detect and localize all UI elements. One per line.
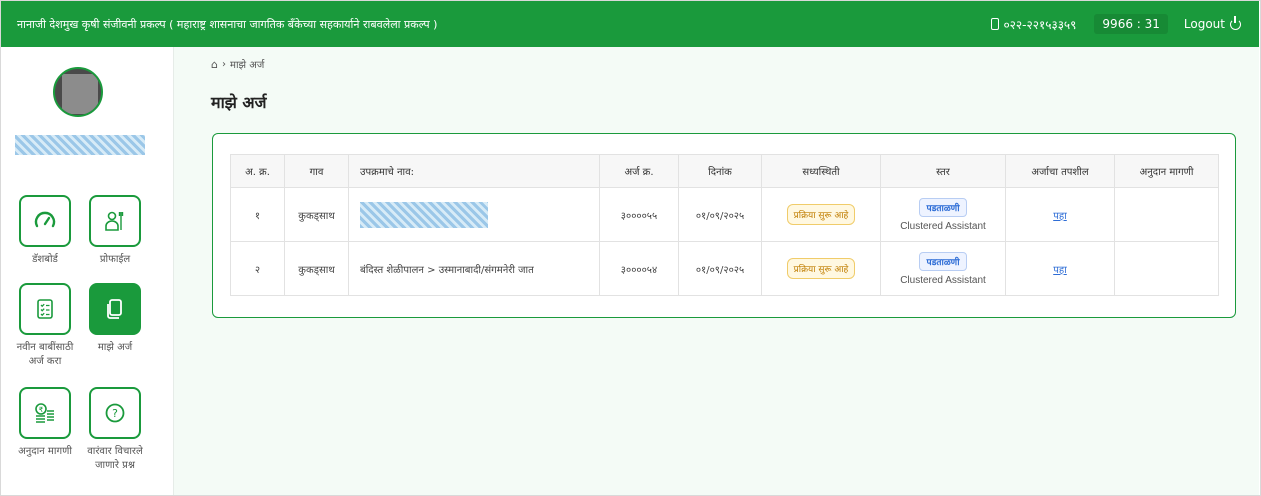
breadcrumb-current: माझे अर्ज [229,60,265,71]
level-badge: पडताळणी [919,197,967,217]
question-icon: ? [105,403,125,423]
cell-sr: १ [230,187,285,242]
sidebar-item-label: वारंवार विचारले जाणारे प्रश्न [87,446,143,471]
sidebar-item-label: नवीन बाबींसाठी अर्ज करा [16,342,74,367]
home-icon[interactable]: ⌂ [211,58,218,71]
cell-scheme: बंदिस्त शेळीपालन > उस्मानाबादी/संगमनेरी … [348,241,600,296]
logout-label: Logout [1183,17,1225,31]
cell-village: कुकड्साथ [284,187,349,242]
cell-details: पहा [1005,187,1115,242]
phone-icon [991,18,1000,30]
cell-app-no: ३००००५४ [599,241,679,296]
level-role: Clustered Assistant [900,274,986,286]
sidebar-item-profile[interactable]: प्रोफाईल [83,195,147,267]
cell-date: ०१/०९/२०२५ [678,187,762,242]
cell-details: पहा [1005,241,1115,296]
sidebar-item-label: माझे अर्ज [97,342,133,353]
svg-text:₹: ₹ [39,406,44,414]
gauge-icon [34,211,56,228]
table-header-row: अ. क्र. गाव उपक्रमाचे नाव: अर्ज क्र. दिन… [230,154,1219,188]
sidebar-item-label: प्रोफाईल [99,254,131,265]
helpline: ०२२-२२१५३३५९ [991,16,1076,33]
applications-card: अ. क्र. गाव उपक्रमाचे नाव: अर्ज क्र. दिन… [212,133,1236,318]
table-row: २ कुकड्साथ बंदिस्त शेळीपालन > उस्मानाबाद… [230,241,1219,296]
app-title: नानाजी देशमुख कृषी संजीवनी प्रकल्प ( महा… [17,17,438,31]
avatar [53,67,103,117]
applications-table: अ. क्र. गाव उपक्रमाचे नाव: अर्ज क्र. दिन… [230,154,1219,296]
status-badge: प्रक्रिया सुरू आहे [786,204,856,225]
sidebar-item-label: अनुदान मागणी [18,446,72,457]
col-header-scheme: उपक्रमाचे नाव: [348,154,600,188]
sidebar: डॅशबोर्ड प्रोफाईल नवीन बाबींसाठी अर्ज कर… [1,47,174,495]
col-header-sr: अ. क्र. [230,154,285,188]
level-role: Clustered Assistant [900,220,986,232]
cell-level: पडताळणी Clustered Assistant [880,187,1006,242]
username [15,135,145,155]
table-row: १ कुकड्साथ ३००००५५ ०१/०९/२०२५ प्रक्रिया … [230,187,1219,242]
breadcrumb-separator: › [221,58,226,70]
cell-sr: २ [230,241,285,296]
top-header: नानाजी देशमुख कृषी संजीवनी प्रकल्प ( महा… [1,1,1259,47]
cell-scheme [348,187,600,242]
sidebar-item-faq[interactable]: ? वारंवार विचारले जाणारे प्रश्न [83,387,147,473]
sidebar-item-subsidy-request[interactable]: ₹ अनुदान मागणी [13,387,77,459]
col-header-level: स्तर [880,154,1006,188]
cell-status: प्रक्रिया सुरू आहे [761,241,881,296]
sidebar-item-dashboard[interactable]: डॅशबोर्ड [13,195,77,267]
status-badge: प्रक्रिया सुरू आहे [786,258,856,279]
col-header-details: अर्जाचा तपशील [1005,154,1115,188]
coins-icon: ₹ [35,403,54,423]
cell-app-no: ३००००५५ [599,187,679,242]
level-badge: पडताळणी [919,251,967,271]
checklist-icon [37,299,53,319]
view-details-link[interactable]: पहा [1053,265,1067,276]
col-header-app-no: अर्ज क्र. [599,154,679,188]
sidebar-item-my-applications[interactable]: माझे अर्ज [83,283,147,355]
main-content: ⌂ › माझे अर्ज माझे अर्ज अ. क्र. गाव उपक्… [174,47,1259,495]
cell-date: ०१/०९/२०२५ [678,241,762,296]
col-header-village: गाव [284,154,349,188]
cell-status: प्रक्रिया सुरू आहे [761,187,881,242]
svg-text:?: ? [112,407,118,420]
cell-level: पडताळणी Clustered Assistant [880,241,1006,296]
page-title: माझे अर्ज [211,93,267,112]
col-header-date: दिनांक [678,154,762,188]
cell-village: कुकड्साथ [284,241,349,296]
sidebar-item-new-application[interactable]: नवीन बाबींसाठी अर्ज करा [13,283,77,369]
breadcrumb: ⌂ › माझे अर्ज [211,57,265,72]
sidebar-item-label: डॅशबोर्ड [32,254,58,265]
view-details-link[interactable]: पहा [1053,211,1067,222]
col-header-status: सध्यस्थिती [761,154,881,188]
documents-icon [107,299,122,319]
redacted-scheme [360,201,488,228]
helpline-number: ०२२-२२१५३३५९ [1003,17,1077,32]
power-icon [1230,15,1241,30]
session-timer: 9966 : 31 [1094,14,1168,34]
cell-subsidy [1114,187,1219,242]
logout-button[interactable]: Logout [1178,14,1247,34]
cell-subsidy [1114,241,1219,296]
farmer-profile-icon [105,211,124,231]
col-header-subsidy: अनुदान मागणी [1114,154,1219,188]
